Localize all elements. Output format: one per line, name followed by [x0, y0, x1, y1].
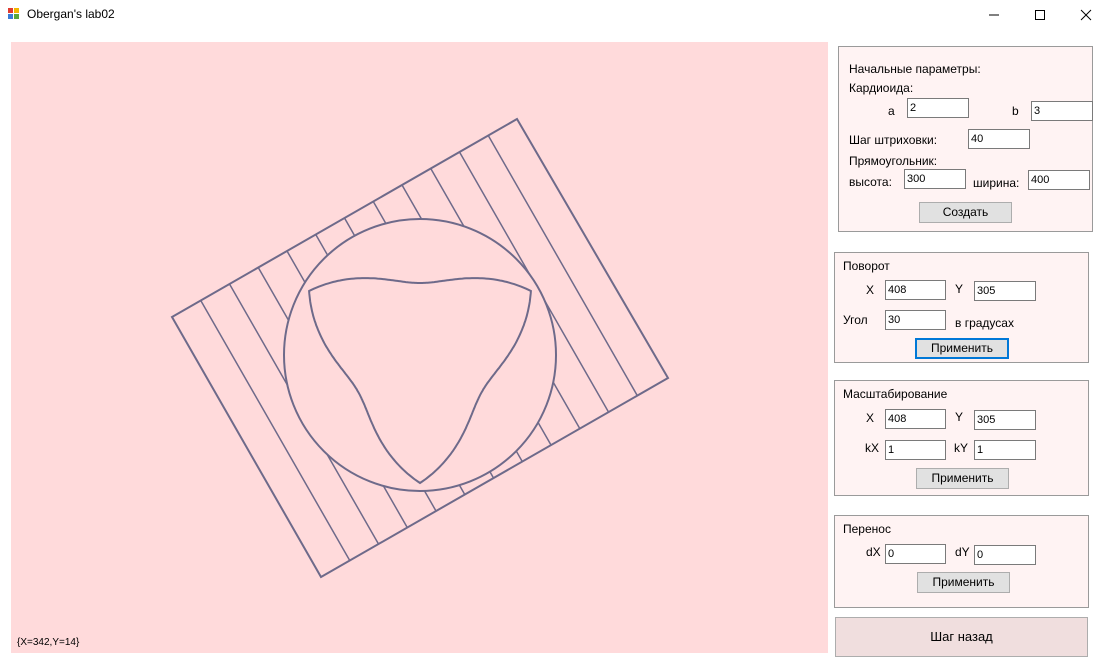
hatch-line [552, 381, 581, 429]
initial-params-group: Начальные параметры: Кардиоида: a b Шаг … [838, 46, 1093, 232]
kx-label: kX [865, 441, 880, 455]
translation-title: Перенос [843, 522, 891, 536]
cardioid-curve [308, 277, 532, 485]
scale-apply-button[interactable]: Применить [916, 468, 1009, 489]
rotate-y-label: Y [955, 282, 964, 296]
dx-input[interactable] [885, 544, 946, 564]
scale-y-input[interactable] [974, 410, 1036, 430]
width-input[interactable] [1028, 170, 1090, 190]
rectangle-label: Прямоугольник: [849, 154, 938, 168]
scale-x-label: X [866, 411, 875, 425]
scale-y-label: Y [955, 410, 964, 424]
hatch-line [315, 234, 329, 256]
hatch-line [372, 201, 387, 224]
scaling-title: Масштабирование [843, 387, 948, 401]
hatch-line [430, 168, 465, 227]
bounding-circle [283, 218, 557, 492]
maximize-icon [1035, 10, 1045, 20]
hatch-line [200, 300, 351, 561]
close-icon [1080, 9, 1092, 21]
dx-label: dX [866, 545, 881, 559]
rectangle-outline [170, 117, 670, 579]
hatch-line [515, 450, 523, 462]
rotate-apply-button[interactable]: Применить [915, 338, 1009, 359]
hatch-line [228, 283, 288, 386]
hatch-line [286, 250, 306, 283]
drawing-surface [170, 117, 670, 579]
height-input[interactable] [904, 169, 966, 189]
hatch-line [423, 490, 437, 512]
hatch-step-input[interactable] [968, 129, 1030, 149]
params-title: Начальные параметры: [849, 62, 981, 76]
hatch-line [489, 471, 495, 479]
rotate-y-input[interactable] [974, 281, 1036, 301]
ky-label: kY [954, 441, 969, 455]
angle-input[interactable] [885, 310, 946, 330]
hatch-line [458, 151, 531, 276]
hatch-line [537, 422, 552, 446]
hatch-line [487, 135, 638, 396]
cardioid-label: Кардиоида: [849, 81, 914, 95]
hatch-line [543, 300, 610, 413]
rotation-title: Поворот [843, 259, 890, 273]
a-input[interactable] [907, 98, 969, 118]
hatch-line [257, 267, 290, 321]
angle-unit-label: в градусах [955, 316, 1014, 330]
undo-button[interactable]: Шаг назад [835, 617, 1088, 657]
translate-apply-button[interactable]: Применить [917, 572, 1010, 593]
title-bar: Obergan's lab02 [0, 0, 1103, 30]
window-title: Obergan's lab02 [27, 7, 115, 21]
rotate-x-label: X [866, 283, 875, 297]
app-icon [8, 8, 20, 20]
create-button[interactable]: Создать [919, 202, 1012, 223]
width-label: ширина: [973, 176, 1020, 190]
rotation-group: Поворот X Y Угол в градусах Применить [834, 252, 1089, 363]
ky-input[interactable] [974, 440, 1036, 460]
dy-input[interactable] [974, 545, 1036, 565]
drawing-canvas[interactable]: {X=342,Y=14} [11, 42, 828, 653]
hatch-line [343, 217, 356, 237]
maximize-button[interactable] [1016, 0, 1062, 30]
scale-x-input[interactable] [885, 409, 946, 429]
angle-label: Угол [843, 313, 868, 327]
close-button[interactable] [1062, 0, 1103, 30]
rotate-x-input[interactable] [885, 280, 946, 300]
minimize-icon [989, 14, 999, 16]
a-label: a [888, 104, 895, 118]
cursor-coordinates: {X=342,Y=14} [17, 637, 80, 648]
scaling-group: Масштабирование X Y kX kY Применить [834, 380, 1089, 496]
height-label: высота: [849, 175, 892, 189]
minimize-button[interactable] [970, 0, 1016, 30]
kx-input[interactable] [885, 440, 946, 460]
hatch-line [326, 453, 380, 545]
hatch-line [458, 484, 466, 495]
b-input[interactable] [1031, 101, 1093, 121]
b-label: b [1012, 104, 1019, 118]
hatch-line [401, 184, 423, 220]
translation-group: Перенос dX dY Применить [834, 515, 1089, 608]
hatch-line [382, 485, 408, 528]
hatch-step-label: Шаг штриховки: [849, 133, 938, 147]
dy-label: dY [955, 545, 970, 559]
